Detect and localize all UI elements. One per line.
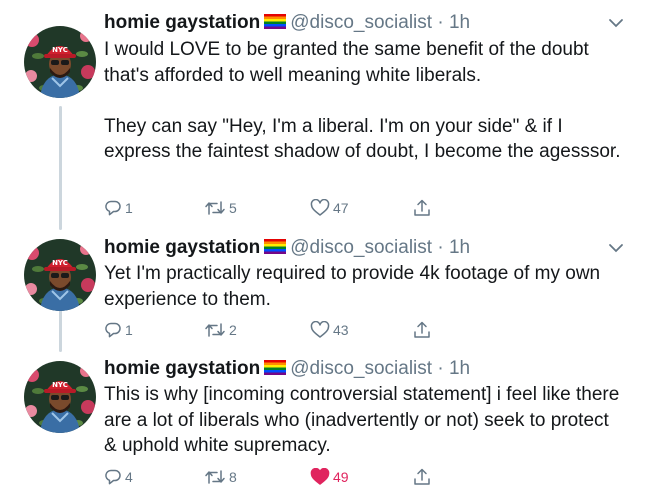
tweet-header: homie gaystation @disco_socialist · 1h — [104, 356, 626, 382]
like-count: 49 — [333, 469, 349, 485]
separator: · — [432, 358, 449, 379]
heart-icon — [310, 468, 330, 485]
reply-count: 4 — [125, 469, 133, 485]
reply-icon — [105, 322, 121, 338]
tweet-actions: 1 5 47 — [104, 196, 444, 220]
rainbow-flag-icon — [264, 239, 286, 254]
avatar-image — [24, 361, 96, 433]
tweet-actions: 1 2 43 — [104, 318, 444, 342]
reply-count: 1 — [125, 322, 133, 338]
tweet-header: homie gaystation @disco_socialist · 1h — [104, 235, 626, 261]
user-handle[interactable]: @disco_socialist — [290, 358, 432, 379]
reply-button[interactable]: 1 — [104, 318, 133, 342]
avatar[interactable] — [24, 239, 96, 311]
timestamp[interactable]: 1h — [449, 358, 470, 379]
retweet-count: 2 — [229, 322, 237, 338]
chevron-down-icon[interactable] — [606, 235, 626, 261]
tweet-text: This is why [incoming controversial stat… — [104, 384, 625, 456]
share-icon — [414, 321, 430, 338]
retweet-icon — [205, 470, 225, 484]
tweet-header: homie gaystation @disco_socialist · 1h — [104, 10, 626, 36]
avatar-image — [24, 239, 96, 311]
reply-button[interactable]: 4 — [104, 465, 133, 489]
chevron-down-icon[interactable] — [606, 10, 626, 36]
avatar[interactable] — [24, 26, 96, 98]
user-handle[interactable]: @disco_socialist — [290, 12, 432, 33]
heart-icon — [310, 321, 330, 338]
share-icon — [414, 468, 430, 485]
rainbow-flag-icon — [264, 360, 286, 375]
display-name[interactable]: homie gaystation — [104, 237, 260, 258]
avatar-image — [24, 26, 96, 98]
tweet[interactable]: homie gaystation @disco_socialist · 1h Ye… — [0, 230, 646, 352]
tweet-text: I would LOVE to be granted the same bene… — [104, 39, 621, 162]
retweet-button[interactable]: 5 — [204, 196, 237, 220]
like-button[interactable]: 47 — [310, 196, 349, 220]
heart-icon — [310, 199, 330, 216]
share-button[interactable] — [412, 318, 432, 342]
tweet[interactable]: homie gaystation @disco_socialist · 1h I … — [0, 0, 646, 230]
user-handle[interactable]: @disco_socialist — [290, 237, 432, 258]
display-name[interactable]: homie gaystation — [104, 12, 260, 33]
display-name[interactable]: homie gaystation — [104, 358, 260, 379]
reply-icon — [105, 200, 121, 216]
share-button[interactable] — [412, 196, 432, 220]
reply-count: 1 — [125, 200, 133, 216]
share-icon — [414, 199, 430, 216]
tweet-actions: 4 8 49 — [104, 465, 444, 489]
avatar[interactable] — [24, 361, 96, 433]
tweet-text: Yet I'm practically required to provide … — [104, 263, 606, 310]
separator: · — [432, 12, 449, 33]
reply-button[interactable]: 1 — [104, 196, 133, 220]
tweet[interactable]: homie gaystation @disco_socialist · 1h Th… — [0, 352, 646, 500]
retweet-icon — [205, 201, 225, 215]
separator: · — [432, 237, 449, 258]
like-count: 43 — [333, 322, 349, 338]
retweet-button[interactable]: 2 — [204, 318, 237, 342]
timestamp[interactable]: 1h — [449, 237, 470, 258]
retweet-icon — [205, 323, 225, 337]
retweet-count: 5 — [229, 200, 237, 216]
reply-icon — [105, 469, 121, 485]
like-button[interactable]: 43 — [310, 318, 349, 342]
like-button[interactable]: 49 — [310, 465, 349, 489]
timestamp[interactable]: 1h — [449, 12, 470, 33]
retweet-count: 8 — [229, 469, 237, 485]
rainbow-flag-icon — [264, 14, 286, 29]
share-button[interactable] — [412, 465, 432, 489]
retweet-button[interactable]: 8 — [204, 465, 237, 489]
like-count: 47 — [333, 200, 349, 216]
